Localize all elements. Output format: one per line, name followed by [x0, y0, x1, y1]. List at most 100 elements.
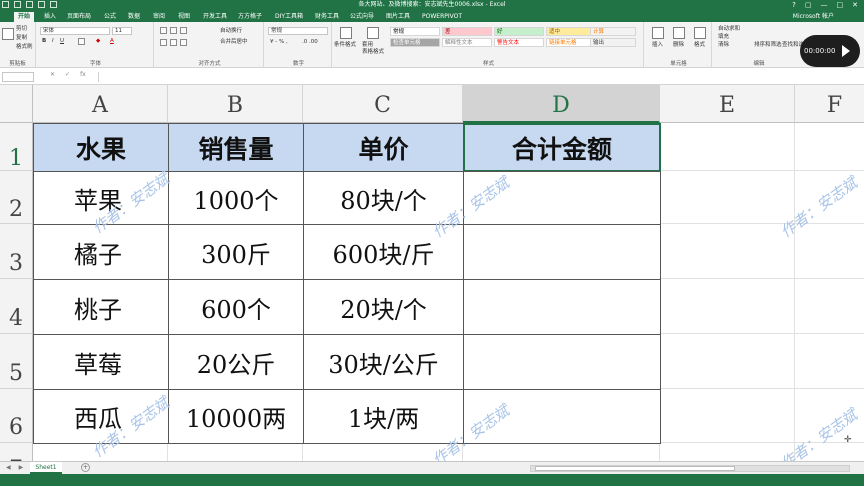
horizontal-scrollbar[interactable]: [530, 465, 850, 472]
copy-button[interactable]: 复制: [16, 35, 27, 42]
tab-review[interactable]: 审阅: [153, 12, 165, 22]
table-cell[interactable]: 20块/个: [303, 279, 464, 335]
column-header-a[interactable]: A: [33, 85, 168, 123]
cell-style-1[interactable]: 差: [442, 27, 492, 36]
italic-button[interactable]: I: [52, 38, 54, 45]
select-all-corner[interactable]: [0, 85, 33, 123]
row-header-5[interactable]: 5: [0, 334, 33, 389]
tab-finance-tools[interactable]: 财务工具: [315, 12, 339, 22]
enter-formula-button[interactable]: ✓: [65, 71, 70, 78]
accounting-format-button[interactable]: ¥ - % ,: [270, 39, 288, 46]
cell-style-0[interactable]: 常规: [390, 27, 440, 36]
tab-formulas[interactable]: 公式: [104, 12, 116, 22]
cell-style-4[interactable]: 计算: [590, 27, 636, 36]
format-cells-icon[interactable]: [694, 27, 706, 39]
insert-function-button[interactable]: fx: [80, 71, 86, 78]
sheet-tab-sheet1[interactable]: Sheet1: [30, 462, 62, 474]
underline-button[interactable]: U: [60, 38, 64, 45]
grid-cell[interactable]: [660, 334, 795, 389]
cell-style-7[interactable]: 警告文本: [494, 38, 544, 47]
column-header-f[interactable]: F: [795, 85, 864, 123]
table-header-cell[interactable]: 合计金额: [463, 123, 661, 172]
table-cell[interactable]: 草莓: [33, 334, 169, 390]
cell-style-2[interactable]: 好: [494, 27, 544, 36]
column-header-c[interactable]: C: [303, 85, 463, 123]
table-cell[interactable]: 10000两: [168, 389, 304, 444]
merge-center-button[interactable]: 合并后居中: [220, 39, 248, 46]
grid-cell[interactable]: [795, 334, 864, 389]
number-format-select[interactable]: 常规: [268, 27, 328, 35]
tab-data[interactable]: 数据: [128, 12, 140, 22]
grid-cell[interactable]: [660, 224, 795, 279]
table-cell[interactable]: 30块/公斤: [303, 334, 464, 390]
font-name-select[interactable]: 宋体: [40, 27, 110, 35]
clear-button[interactable]: 清除: [718, 42, 729, 49]
table-cell[interactable]: 桃子: [33, 279, 169, 335]
grid-cell[interactable]: [660, 443, 795, 461]
cell-style-6[interactable]: 解释性文本: [442, 38, 492, 47]
row-header-1[interactable]: 1: [0, 123, 33, 171]
row-header-3[interactable]: 3: [0, 224, 33, 279]
table-cell[interactable]: 600个: [168, 279, 304, 335]
table-header-cell[interactable]: 销售量: [168, 123, 304, 172]
tab-diy-toolbox[interactable]: DIY工具箱: [275, 12, 303, 22]
grid-cell[interactable]: [660, 279, 795, 334]
grid-cell[interactable]: [795, 224, 864, 279]
cell-style-9[interactable]: 输出: [590, 38, 636, 47]
delete-cells-button[interactable]: 删除: [673, 42, 684, 49]
fill-color-icon[interactable]: ◆: [96, 38, 100, 45]
column-header-b[interactable]: B: [168, 85, 303, 123]
grid-cell[interactable]: [660, 123, 795, 171]
table-cell[interactable]: 300斤: [168, 224, 304, 280]
close-button[interactable]: ✕: [852, 0, 858, 10]
font-color-icon[interactable]: A: [110, 38, 114, 45]
align-center-icon[interactable]: [170, 39, 177, 46]
row-header-7[interactable]: 7: [0, 443, 33, 461]
conditional-format-icon[interactable]: [340, 27, 352, 39]
paste-icon[interactable]: [2, 28, 14, 40]
tab-fangfang[interactable]: 方方格子: [238, 12, 262, 22]
account-label[interactable]: Microsoft 帐户: [793, 12, 834, 22]
tab-home[interactable]: 开始: [14, 12, 35, 22]
tab-insert[interactable]: 插入: [44, 12, 56, 22]
table-header-cell[interactable]: 水果: [33, 123, 169, 172]
align-bottom-icon[interactable]: [180, 27, 187, 34]
row-header-6[interactable]: 6: [0, 389, 33, 443]
formula-input[interactable]: [98, 72, 860, 82]
column-header-e[interactable]: E: [660, 85, 795, 123]
ribbon-display-button[interactable]: ▢: [805, 0, 812, 10]
delete-cells-icon[interactable]: [673, 27, 685, 39]
align-top-icon[interactable]: [160, 27, 167, 34]
fill-button[interactable]: 填充: [718, 34, 729, 41]
align-middle-icon[interactable]: [170, 27, 177, 34]
grid-cell[interactable]: [463, 443, 660, 461]
tab-developer[interactable]: 开发工具: [203, 12, 227, 22]
next-sheet-icon[interactable]: ▶: [19, 464, 24, 471]
help-button[interactable]: ?: [792, 0, 796, 10]
grid-cell[interactable]: [660, 171, 795, 224]
name-box[interactable]: [2, 72, 34, 82]
autosum-button[interactable]: 自动求和: [718, 26, 740, 33]
play-icon[interactable]: [842, 45, 850, 57]
table-cell[interactable]: 1000个: [168, 171, 304, 225]
format-cells-button[interactable]: 格式: [694, 42, 705, 49]
font-size-select[interactable]: 11: [112, 27, 132, 35]
grid-cell[interactable]: [660, 389, 795, 443]
row-header-4[interactable]: 4: [0, 279, 33, 334]
grid-cell[interactable]: [168, 443, 303, 461]
tab-formula-wizard[interactable]: 公式向导: [350, 12, 374, 22]
add-sheet-button[interactable]: +: [81, 463, 90, 472]
prev-sheet-icon[interactable]: ◀: [6, 464, 11, 471]
border-icon[interactable]: [78, 38, 85, 45]
cell-style-3[interactable]: 适中: [546, 27, 596, 36]
insert-cells-icon[interactable]: [652, 27, 664, 39]
grid-cell[interactable]: [795, 123, 864, 171]
insert-cells-button[interactable]: 插入: [652, 42, 663, 49]
table-cell[interactable]: [463, 279, 661, 335]
table-cell[interactable]: [463, 224, 661, 280]
table-cell[interactable]: 1块/两: [303, 389, 464, 444]
grid-cell[interactable]: [795, 279, 864, 334]
cell-style-8[interactable]: 链接单元格: [546, 38, 596, 47]
sort-filter-button[interactable]: 排序和筛选: [754, 42, 782, 49]
minimize-button[interactable]: —: [821, 0, 828, 10]
